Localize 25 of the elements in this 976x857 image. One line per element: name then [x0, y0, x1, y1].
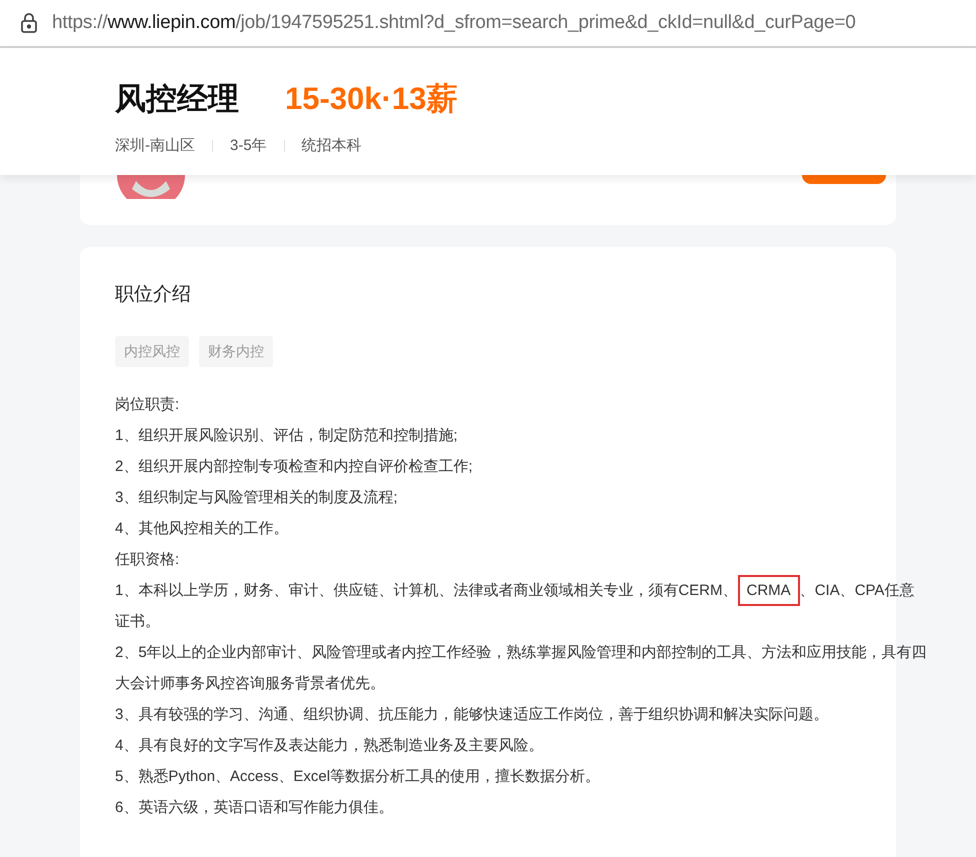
job-title: 风控经理	[115, 80, 239, 118]
lock-icon	[20, 12, 38, 34]
description-line: 3、具有较强的学习、沟通、组织协调、抗压能力，能够快速适应工作岗位，善于组织协调和解决实际问题。	[115, 704, 830, 724]
highlight-box: CRMA	[738, 574, 800, 606]
description-line: 6、英语六级，英语口语和写作能力俱佳。	[115, 798, 394, 818]
description-line: 2、组织开展内部控制专项检查和内控自评价检查工作;	[115, 456, 474, 476]
description-line: 岗位职责:	[115, 394, 180, 414]
url-text[interactable]: https://www.liepin.com/job/1947595251.shtml?d_sfrom=search_prime&d_ckId=null&d_curPage=0	[52, 8, 856, 38]
description-line: 3、组织制定与风险管理相关的制度及流程;	[115, 488, 399, 508]
description-line: 1、组织开展风险识别、评估，制定防范和控制措施;	[115, 426, 459, 446]
skill-tag: 内控风控	[115, 336, 189, 366]
job-tag: 深圳-南山区	[115, 134, 195, 157]
avatar	[116, 175, 186, 199]
salary: 15-30k·13薪	[285, 80, 458, 118]
description-line: 2、5年以上的企业内部审计、风险管理或者内控工作经验，熟练掌握风险管理和内部控制的工具、方法和应用技能，具有四大会计师事务风控咨询服务背景者优先。	[115, 642, 927, 694]
job-tag: 统招本科	[302, 134, 362, 157]
job-tag: 3-5年	[230, 134, 267, 157]
description-line: 1、本科以上学历，财务、审计、供应链、计算机、法律或者商业领域相关专业，须有CERM、 CRMA 、CIA、CPA任意证书。	[115, 574, 927, 636]
skill-tag: 财务内控	[199, 336, 273, 366]
description-line: 4、具有良好的文字写作及表达能力，熟悉制造业务及主要风险。	[115, 736, 544, 756]
description-line: 4、其他风控相关的工作。	[115, 518, 290, 538]
action-button[interactable]	[802, 175, 886, 184]
description-line: 5、熟悉Python、Access、Excel等数据分析工具的使用，擅长数据分析。	[115, 766, 602, 786]
description-line: 任职资格:	[115, 550, 180, 570]
section-heading: 职位介绍	[115, 283, 192, 307]
